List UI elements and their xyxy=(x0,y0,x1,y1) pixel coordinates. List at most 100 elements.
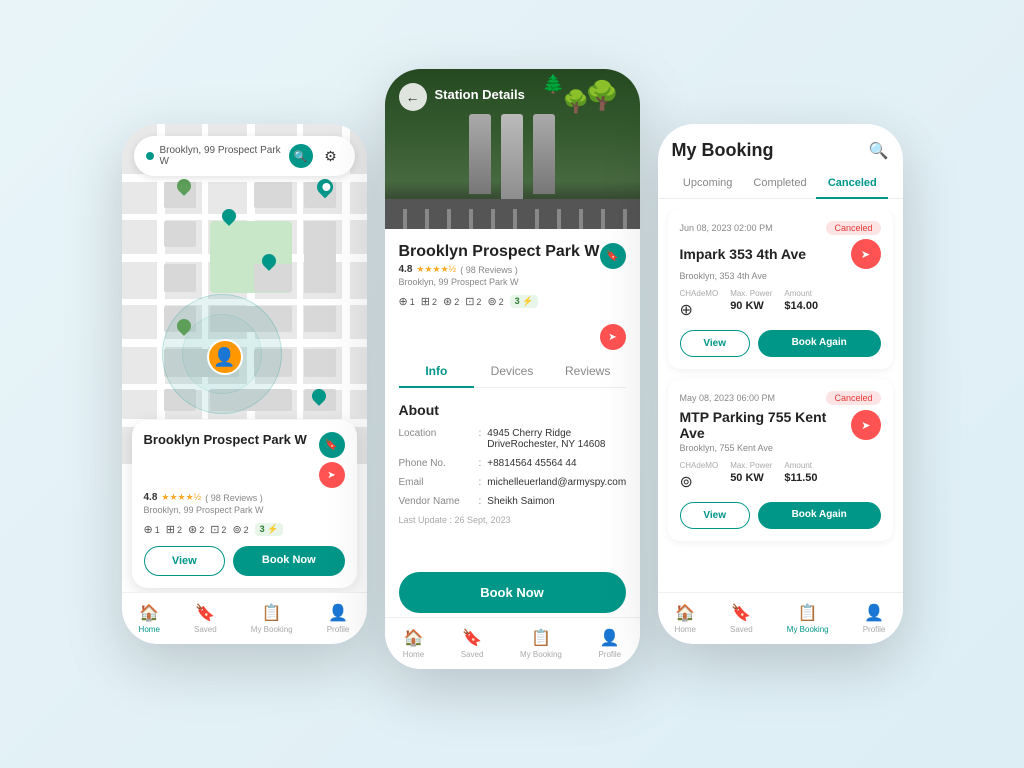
save-icon-btn[interactable]: 🔖 xyxy=(319,432,345,458)
nav2-booking[interactable]: 📋 My Booking xyxy=(520,628,562,659)
charger-3: ⊛ 2 xyxy=(188,523,204,536)
map-pin-6[interactable] xyxy=(312,389,326,403)
nav3-profile[interactable]: 👤 Profile xyxy=(863,603,886,634)
amount-label-2: Amount xyxy=(784,461,817,470)
book-now-button[interactable]: Book Now xyxy=(233,546,344,576)
map-pin-5[interactable] xyxy=(177,319,191,333)
map-pin-2[interactable] xyxy=(222,209,236,223)
nav-saved[interactable]: 🔖 Saved xyxy=(194,603,217,634)
phone-map: 👤 Brooklyn, 99 Prospect Park W 🔍 ⚙ Brook… xyxy=(122,124,367,644)
booking-specs-2: CHAdeMO ⊚ Max. Power 50 KW Amount $11.50 xyxy=(680,461,881,492)
view-btn-1[interactable]: View xyxy=(680,330,750,357)
vendor-row: Vendor Name : Sheikh Saimon xyxy=(399,496,626,507)
booking-icon-3: 📋 xyxy=(798,603,818,623)
book-now-button[interactable]: Book Now xyxy=(399,572,626,613)
charger-1: ⊕ 1 xyxy=(144,523,160,536)
charger-icon-1: ⊕ xyxy=(680,300,719,320)
detail-reviews: ( 98 Reviews ) xyxy=(460,265,518,275)
view-button[interactable]: View xyxy=(144,546,226,576)
booking-item-2: May 08, 2023 06:00 PM Canceled MTP Parki… xyxy=(668,379,893,541)
nav-home[interactable]: 🏠 Home xyxy=(139,603,160,634)
booking-nav-btn-1[interactable]: ➤ xyxy=(851,239,881,269)
tab-reviews[interactable]: Reviews xyxy=(550,356,626,388)
amount-value-2: $11.50 xyxy=(784,472,817,484)
page-title: Station Details xyxy=(435,87,525,102)
station-detail-name: Brooklyn Prospect Park W xyxy=(399,243,600,261)
nav2-profile[interactable]: 👤 Profile xyxy=(598,628,621,659)
booking-date-2: May 08, 2023 06:00 PM xyxy=(680,393,776,403)
tab-info[interactable]: Info xyxy=(399,356,475,388)
status-badge-1: Canceled xyxy=(826,221,880,235)
nav3-saved[interactable]: 🔖 Saved xyxy=(730,603,753,634)
last-update: Last Update : 26 Sept, 2023 xyxy=(399,515,626,525)
phone-station-details: 🌳 🌳 🌲 ← Station Details Brooklyn Prospec… xyxy=(385,69,640,669)
search-bar[interactable]: Brooklyn, 99 Prospect Park W 🔍 ⚙ xyxy=(134,136,355,176)
booking-search-icon[interactable]: 🔍 xyxy=(869,141,889,161)
user-location: 👤 xyxy=(207,339,243,375)
nav-saved-label: Saved xyxy=(194,625,217,634)
charger-label-1: CHAdeMO xyxy=(680,289,719,298)
phone-label: Phone No. xyxy=(399,458,479,469)
nav3-home[interactable]: 🏠 Home xyxy=(675,603,696,634)
nav-booking[interactable]: 📋 My Booking xyxy=(251,603,293,634)
nav2-home[interactable]: 🏠 Home xyxy=(403,628,424,659)
detail-nav-btn[interactable]: ➤ xyxy=(600,324,626,350)
charger-4: ⊡ 2 xyxy=(210,523,226,536)
nav2-saved[interactable]: 🔖 Saved xyxy=(461,628,484,659)
tab-completed[interactable]: Completed xyxy=(744,169,816,199)
bottom-nav-3: 🏠 Home 🔖 Saved 📋 My Booking 👤 Profile xyxy=(658,592,903,644)
bottom-nav: 🏠 Home 🔖 Saved 📋 My Booking 👤 Profile xyxy=(122,592,367,644)
reviews: ( 98 Reviews ) xyxy=(205,493,263,503)
search-button[interactable]: 🔍 xyxy=(289,144,313,168)
amount-value-1: $14.00 xyxy=(784,300,818,312)
saved-icon-2: 🔖 xyxy=(462,628,482,648)
address: Brooklyn, 99 Prospect Park W xyxy=(144,505,345,515)
phone-row: Phone No. : +8814564 45564 44 xyxy=(399,458,626,469)
tab-canceled[interactable]: Canceled xyxy=(816,169,888,199)
detail-rating: 4.8 xyxy=(399,264,413,275)
power-label-1: Max. Power xyxy=(730,289,772,298)
booking-name-2: MTP Parking 755 Kent Ave xyxy=(680,409,852,441)
about-title: About xyxy=(399,402,626,418)
detail-tabs: Info Devices Reviews xyxy=(399,356,626,388)
booking-nav-btn-2[interactable]: ➤ xyxy=(851,410,880,440)
view-btn-2[interactable]: View xyxy=(680,502,750,529)
charger-spec-2: CHAdeMO ⊚ xyxy=(680,461,719,492)
booking-icon-2: 📋 xyxy=(531,628,551,648)
power-value-1: 90 KW xyxy=(730,300,772,312)
map-pin-3[interactable] xyxy=(262,254,276,268)
phone-my-booking: My Booking 🔍 Upcoming Completed Canceled… xyxy=(658,124,903,644)
map-pin-1[interactable] xyxy=(317,179,333,195)
navigate-icon-btn[interactable]: ➤ xyxy=(319,462,345,488)
book-now-container: Book Now xyxy=(399,572,626,613)
nav-profile[interactable]: 👤 Profile xyxy=(327,603,350,634)
bottom-nav-2: 🏠 Home 🔖 Saved 📋 My Booking 👤 Profile xyxy=(385,617,640,669)
charger-2: ⊞ 2 xyxy=(166,523,182,536)
search-input[interactable]: Brooklyn, 99 Prospect Park W xyxy=(160,145,283,167)
filter-button[interactable]: ⚙ xyxy=(319,144,343,168)
email-label: Email xyxy=(399,477,479,488)
booking-header: My Booking 🔍 xyxy=(658,124,903,169)
tab-devices[interactable]: Devices xyxy=(474,356,550,388)
amount-spec-1: Amount $14.00 xyxy=(784,289,818,320)
location-value: 4945 Cherry Ridge DriveRochester, NY 146… xyxy=(487,428,625,450)
detail-save-btn[interactable]: 🔖 xyxy=(600,243,626,269)
vendor-label: Vendor Name xyxy=(399,496,479,507)
detail-charger-row: ⊕ 1 ⊞ 2 ⊛ 2 ⊡ 2 ⊚ 2 3 ⚡ xyxy=(399,295,600,308)
power-value-2: 50 KW xyxy=(730,472,772,484)
booking-list: Jun 08, 2023 02:00 PM Canceled Impark 35… xyxy=(658,209,903,599)
map-pin-4[interactable] xyxy=(177,179,191,193)
booking-title: My Booking xyxy=(672,140,774,161)
detail-stars: ★★★★½ xyxy=(416,264,456,275)
location-dot xyxy=(146,152,154,160)
green-count: 3 ⚡ xyxy=(255,523,284,536)
book-again-btn-1[interactable]: Book Again xyxy=(758,330,881,357)
charger-icon-2: ⊚ xyxy=(680,472,719,492)
map-view: 👤 Brooklyn, 99 Prospect Park W 🔍 ⚙ xyxy=(122,124,367,464)
booking-sub-1: Brooklyn, 353 4th Ave xyxy=(680,271,881,281)
book-again-btn-2[interactable]: Book Again xyxy=(758,502,881,529)
status-badge-2: Canceled xyxy=(826,391,880,405)
nav3-booking[interactable]: 📋 My Booking xyxy=(787,603,829,634)
back-button[interactable]: ← xyxy=(399,83,427,111)
tab-upcoming[interactable]: Upcoming xyxy=(672,169,744,199)
